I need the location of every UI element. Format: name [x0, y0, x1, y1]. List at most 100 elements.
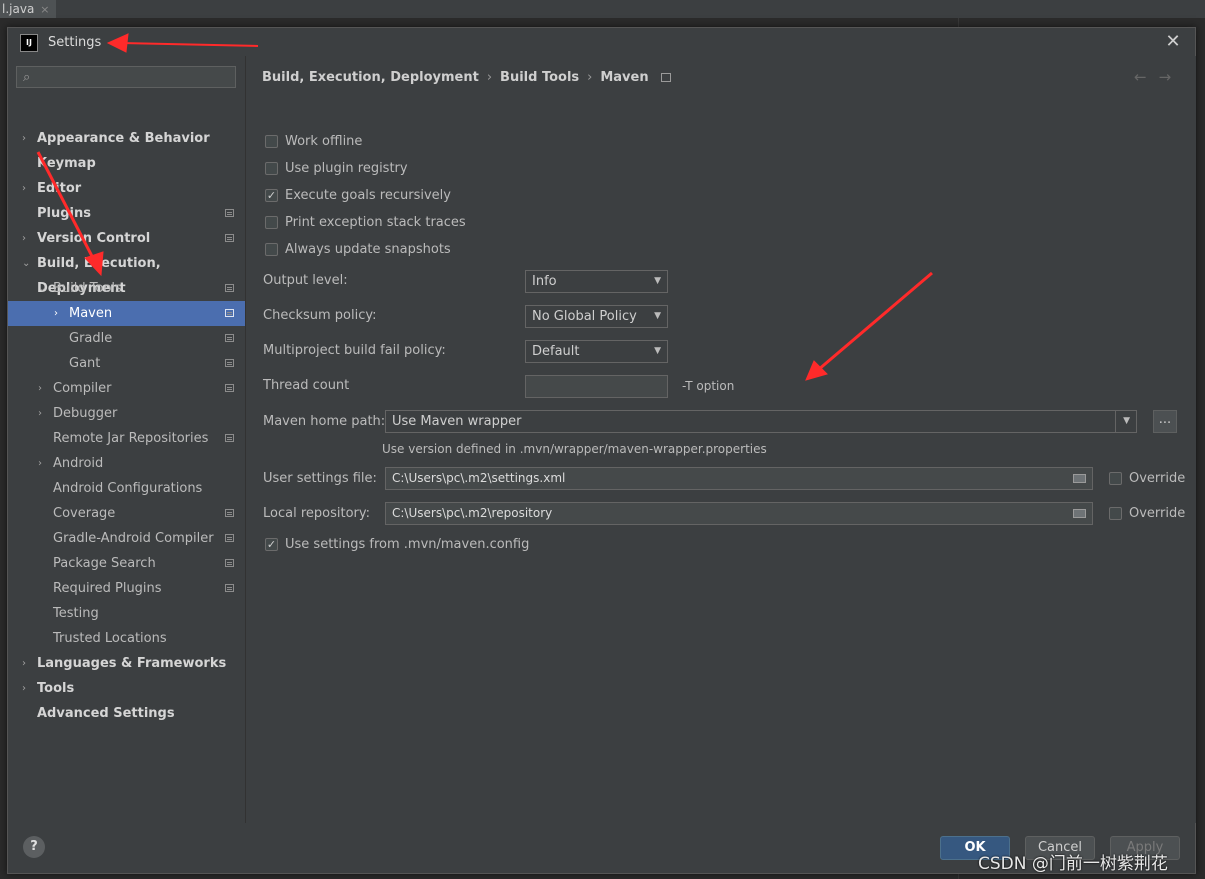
- sidebar-item-gradle-android-compiler[interactable]: Gradle-Android Compiler: [8, 526, 245, 551]
- sidebar-item-label: Editor: [37, 181, 82, 196]
- dialog-title: Settings: [48, 35, 102, 50]
- sidebar-item-package-search[interactable]: Package Search: [8, 551, 245, 576]
- sidebar-item-label: Plugins: [37, 206, 91, 221]
- sidebar-item-label: Compiler: [53, 381, 112, 396]
- sidebar-item-compiler[interactable]: › Compiler: [8, 376, 245, 401]
- sidebar-item-label: Android: [53, 456, 104, 471]
- sidebar-item-coverage[interactable]: Coverage: [8, 501, 245, 526]
- sidebar-item-label: Languages & Frameworks: [37, 656, 227, 671]
- sidebar-item-debugger[interactable]: › Debugger: [8, 401, 245, 426]
- project-level-icon: [225, 384, 234, 392]
- user-settings-file-input[interactable]: C:\Users\pc\.m2\settings.xml: [385, 467, 1093, 490]
- sidebar-item-testing[interactable]: Testing: [8, 601, 245, 626]
- thread-count-label: Thread count: [263, 378, 350, 393]
- multiproject-fail-policy-label: Multiproject build fail policy:: [263, 343, 446, 358]
- sidebar-item-advanced-settings[interactable]: Advanced Settings: [8, 701, 245, 726]
- back-forward-arrows-icon[interactable]: ←→: [1134, 68, 1183, 86]
- help-button[interactable]: ?: [23, 836, 45, 858]
- folder-icon[interactable]: [1073, 509, 1086, 518]
- sidebar-item-plugins[interactable]: Plugins: [8, 201, 245, 226]
- override-label: Override: [1129, 506, 1186, 521]
- maven-home-path-value: Use Maven wrapper: [392, 414, 522, 429]
- sidebar-item-label: Coverage: [53, 506, 116, 521]
- chevron-right-icon[interactable]: ›: [54, 301, 58, 326]
- multiproject-fail-policy-value: Default: [532, 344, 580, 359]
- maven-home-path-select[interactable]: Use Maven wrapper ▼: [385, 410, 1137, 433]
- checkbox-box[interactable]: [1109, 507, 1122, 520]
- chevron-right-icon[interactable]: ›: [22, 176, 26, 201]
- chevron-right-icon[interactable]: ›: [22, 651, 26, 676]
- sidebar-item-version-control[interactable]: › Version Control: [8, 226, 245, 251]
- sidebar-item-gradle[interactable]: Gradle: [8, 326, 245, 351]
- sidebar-item-label: Required Plugins: [53, 581, 162, 596]
- sidebar-item-gant[interactable]: Gant: [8, 351, 245, 376]
- sidebar-item-remote-jar-repositories[interactable]: Remote Jar Repositories: [8, 426, 245, 451]
- sidebar-item-label: Keymap: [37, 156, 96, 171]
- checksum-policy-select[interactable]: No Global Policy ▼: [525, 305, 668, 328]
- maven-settings-panel: Build, Execution, Deployment › Build Tools…: [245, 56, 1196, 823]
- sidebar-item-editor[interactable]: › Editor: [8, 176, 245, 201]
- checkbox-box[interactable]: ✓: [265, 189, 278, 202]
- checkbox-box[interactable]: ✓: [265, 538, 278, 551]
- chevron-right-icon[interactable]: ›: [22, 126, 26, 151]
- chevron-right-icon[interactable]: ›: [38, 376, 42, 401]
- sidebar-item-label: Trusted Locations: [53, 631, 167, 646]
- checkbox-box[interactable]: [1109, 472, 1122, 485]
- sidebar-item-required-plugins[interactable]: Required Plugins: [8, 576, 245, 601]
- project-level-icon: [225, 584, 234, 592]
- chevron-right-icon[interactable]: ›: [38, 451, 42, 476]
- output-level-select[interactable]: Info ▼: [525, 270, 668, 293]
- close-dialog-icon[interactable]: ✕: [1163, 32, 1183, 52]
- chevron-right-icon[interactable]: ›: [22, 676, 26, 701]
- checkbox-label: Use plugin registry: [285, 161, 408, 176]
- sidebar-item-label: Remote Jar Repositories: [53, 431, 209, 446]
- sidebar-item-label: Tools: [37, 681, 75, 696]
- sidebar-item-label: Appearance & Behavior: [37, 131, 210, 146]
- thread-count-input[interactable]: [525, 375, 668, 398]
- checkbox-box[interactable]: [265, 216, 278, 229]
- breadcrumb-build-execution: Build, Execution, Deployment: [262, 70, 479, 85]
- multiproject-fail-policy-select[interactable]: Default ▼: [525, 340, 668, 363]
- sidebar-item-label: Build Tools: [53, 281, 122, 296]
- sidebar-item-android-configurations[interactable]: Android Configurations: [8, 476, 245, 501]
- chevron-down-icon: ▼: [1123, 416, 1130, 426]
- sidebar-item-trusted-locations[interactable]: Trusted Locations: [8, 626, 245, 651]
- local-repository-input[interactable]: C:\Users\pc\.m2\repository: [385, 502, 1093, 525]
- sidebar-item-languages-frameworks[interactable]: › Languages & Frameworks: [8, 651, 245, 676]
- sidebar-item-label: Advanced Settings: [37, 706, 175, 721]
- editor-tab-bar: l.java ×: [0, 0, 1205, 19]
- checkbox-box[interactable]: [265, 135, 278, 148]
- settings-search-input[interactable]: ⌕: [16, 66, 236, 88]
- breadcrumb-separator: ›: [486, 70, 493, 85]
- sidebar-item-appearance-behavior[interactable]: › Appearance & Behavior: [8, 126, 245, 151]
- editor-file-tab[interactable]: l.java ×: [0, 0, 56, 18]
- editor-tab-label: l.java: [2, 2, 35, 16]
- checkbox-box[interactable]: [265, 162, 278, 175]
- checkbox-label: Work offline: [285, 134, 363, 149]
- dialog-titlebar[interactable]: IJ Settings ✕: [8, 28, 1195, 56]
- chevron-down-icon[interactable]: ⌄: [38, 276, 46, 301]
- sidebar-item-label: Package Search: [53, 556, 156, 571]
- browse-maven-home-button[interactable]: ...: [1153, 410, 1177, 433]
- maven-home-path-label: Maven home path:: [263, 414, 386, 429]
- chevron-right-icon[interactable]: ›: [38, 401, 42, 426]
- thread-count-hint: -T option: [682, 379, 735, 393]
- sidebar-item-android[interactable]: › Android: [8, 451, 245, 476]
- checkbox-box[interactable]: [265, 243, 278, 256]
- sidebar-item-maven[interactable]: › Maven: [8, 301, 245, 326]
- close-tab-icon[interactable]: ×: [40, 3, 49, 16]
- sidebar-item-keymap[interactable]: Keymap: [8, 151, 245, 176]
- chevron-down-icon[interactable]: ⌄: [22, 251, 30, 276]
- sidebar-item-label: Version Control: [37, 231, 151, 246]
- sidebar-item-build-execution-deployment[interactable]: ⌄ Build, Execution, Deployment: [8, 251, 245, 296]
- folder-icon[interactable]: [1073, 474, 1086, 483]
- combo-divider: [1115, 411, 1116, 432]
- project-level-icon: [225, 234, 234, 242]
- sidebar-item-label: Maven: [69, 306, 113, 321]
- breadcrumb: Build, Execution, Deployment › Build Tools…: [262, 70, 671, 85]
- sidebar-item-label: Android Configurations: [53, 481, 203, 496]
- sidebar-item-tools[interactable]: › Tools: [8, 676, 245, 701]
- sidebar-item-build-tools[interactable]: ⌄ Build Tools: [8, 276, 245, 301]
- project-level-icon: [225, 434, 234, 442]
- chevron-right-icon[interactable]: ›: [22, 226, 26, 251]
